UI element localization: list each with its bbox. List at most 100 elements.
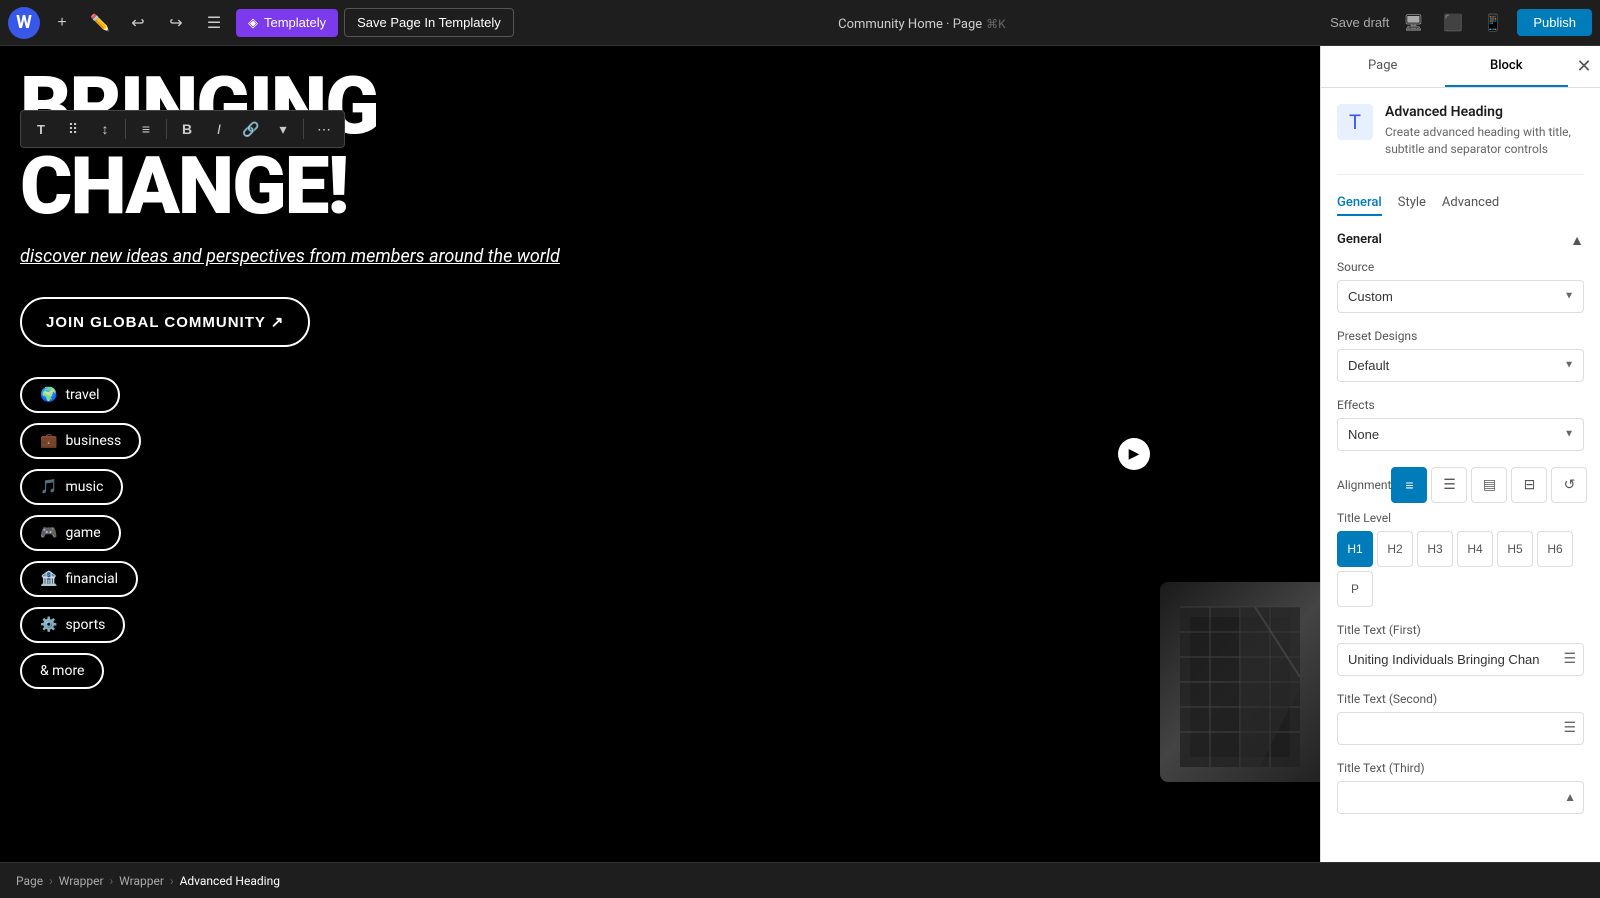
undo-icon: ↩ (131, 13, 144, 33)
templately-button[interactable]: ◈ Templately (236, 9, 338, 37)
link-button[interactable]: 🔗 (237, 115, 265, 143)
h5-button[interactable]: H5 (1497, 531, 1533, 567)
thumbnail-image (1160, 582, 1320, 782)
h6-button[interactable]: H6 (1537, 531, 1573, 567)
general-section-title: General (1337, 232, 1382, 247)
add-block-button[interactable]: + (46, 7, 78, 39)
align-icon: ≡ (142, 121, 150, 137)
panel-tab-advanced[interactable]: Advanced (1442, 195, 1499, 216)
link-icon: 🔗 (242, 121, 259, 138)
h1-button[interactable]: H1 (1337, 531, 1373, 567)
title-first-edit-icon[interactable]: ☰ (1563, 651, 1576, 667)
title-third-edit-icon[interactable]: ▲ (1564, 790, 1576, 804)
tag-financial[interactable]: 🏦 financial (20, 561, 138, 597)
preview-view-button[interactable]: 🖥 (1397, 7, 1429, 39)
tablet-view-button[interactable]: ⬛ (1437, 7, 1469, 39)
tag-more[interactable]: & more (20, 653, 104, 689)
h2-button[interactable]: H2 (1377, 531, 1413, 567)
tag-travel[interactable]: 🌍 travel (20, 377, 120, 413)
title-text-second-label: Title Text (Second) (1337, 692, 1584, 706)
tag-game[interactable]: 🎮 game (20, 515, 121, 551)
wp-logo-icon[interactable]: W (8, 7, 40, 39)
business-label: business (65, 433, 121, 449)
toolbar-divider-3 (303, 119, 304, 139)
save-draft-button[interactable]: Save draft (1330, 15, 1389, 30)
more-options-button[interactable]: ⋯ (310, 115, 338, 143)
transform-block-button[interactable]: T (27, 115, 55, 143)
block-details: Advanced Heading Create advanced heading… (1385, 104, 1584, 158)
list-view-button[interactable]: ☰ (198, 7, 230, 39)
page-title: Community Home · Page (838, 17, 982, 32)
list-icon: ☰ (207, 13, 221, 33)
advanced-heading-icon: T (1349, 110, 1361, 134)
refresh-icon: ↺ (1564, 476, 1576, 493)
breadcrumb-wrapper-2[interactable]: Wrapper (119, 874, 164, 888)
keyboard-shortcut-hint: ⌘K (986, 17, 1006, 31)
sports-emoji: ⚙️ (40, 617, 57, 633)
effects-select[interactable]: None (1337, 418, 1584, 451)
mobile-view-button[interactable]: 📱 (1477, 7, 1509, 39)
topbar: W + ✏️ ↩ ↪ ☰ ◈ Templately Save Page In T… (0, 0, 1600, 46)
p-button[interactable]: P (1337, 571, 1373, 607)
edit-button[interactable]: ✏️ (84, 7, 116, 39)
title-text-second-input[interactable] (1337, 712, 1584, 745)
effects-select-wrapper: None ▼ (1337, 418, 1584, 451)
breadcrumb-advanced-heading[interactable]: Advanced Heading (180, 874, 280, 888)
tag-sports[interactable]: ⚙️ sports (20, 607, 125, 643)
align-reset-button[interactable]: ↺ (1551, 467, 1587, 503)
redo-button[interactable]: ↪ (160, 7, 192, 39)
general-section-toggle[interactable]: ▲ (1570, 232, 1584, 248)
ellipsis-icon: ⋯ (317, 121, 331, 138)
h3-button[interactable]: H3 (1417, 531, 1453, 567)
tags-list: 🌍 travel 💼 business 🎵 music 🎮 game 🏦 (20, 377, 1300, 689)
tab-page[interactable]: Page (1321, 46, 1445, 87)
title-level-label: Title Level (1337, 511, 1584, 525)
publish-button[interactable]: Publish (1517, 9, 1592, 36)
align-justify-icon: ⊟ (1524, 476, 1536, 493)
tag-music[interactable]: 🎵 music (20, 469, 123, 505)
save-templately-button[interactable]: Save Page In Templately (344, 8, 514, 37)
mobile-icon: 📱 (1483, 13, 1503, 33)
templately-icon: ◈ (248, 15, 258, 31)
align-left-button[interactable]: ≡ (1391, 467, 1427, 503)
preset-label: Preset Designs (1337, 329, 1584, 343)
breadcrumb-wrapper-1[interactable]: Wrapper (59, 874, 104, 888)
drag-handle-button[interactable]: ⠿ (59, 115, 87, 143)
sports-label: sports (65, 617, 105, 633)
general-section-header: General ▲ (1337, 232, 1584, 248)
source-select[interactable]: Custom (1337, 280, 1584, 313)
sidebar-tab-bar: Page Block ✕ (1321, 46, 1600, 88)
align-justify-button[interactable]: ⊟ (1511, 467, 1547, 503)
title-text-first-input[interactable] (1337, 643, 1584, 676)
breadcrumb-page[interactable]: Page (16, 874, 43, 888)
toolbar-divider (125, 119, 126, 139)
expand-handle-button[interactable]: ▶ (1118, 438, 1150, 470)
align-right-button[interactable]: ▤ (1471, 467, 1507, 503)
block-name: Advanced Heading (1385, 104, 1584, 120)
undo-button[interactable]: ↩ (122, 7, 154, 39)
text-color-dropdown-button[interactable]: ▾ (269, 115, 297, 143)
title-second-edit-icon[interactable]: ☰ (1563, 720, 1576, 736)
join-community-button[interactable]: JOIN GLOBAL COMMUNITY ↗ (20, 297, 310, 347)
sidebar-close-button[interactable]: ✕ (1568, 51, 1600, 83)
alignment-label: Alignment (1337, 478, 1391, 492)
h4-button[interactable]: H4 (1457, 531, 1493, 567)
move-icon: ↕ (102, 121, 109, 137)
title-text-second-wrapper: ☰ (1337, 712, 1584, 745)
bold-button[interactable]: B (173, 115, 201, 143)
align-text-button[interactable]: ≡ (132, 115, 160, 143)
breadcrumb-sep-3: › (170, 874, 174, 888)
panel-tab-general[interactable]: General (1337, 195, 1382, 216)
block-info: T Advanced Heading Create advanced headi… (1337, 104, 1584, 175)
tag-business[interactable]: 💼 business (20, 423, 141, 459)
text-transform-icon: T (37, 122, 45, 137)
move-button[interactable]: ↕ (91, 115, 119, 143)
sidebar-content: T Advanced Heading Create advanced headi… (1321, 88, 1600, 862)
panel-tab-style[interactable]: Style (1398, 195, 1426, 216)
title-text-third-input[interactable] (1337, 781, 1584, 814)
source-select-wrapper: Custom ▼ (1337, 280, 1584, 313)
tab-block[interactable]: Block (1445, 46, 1569, 87)
preset-select[interactable]: Default (1337, 349, 1584, 382)
italic-button[interactable]: I (205, 115, 233, 143)
align-center-button[interactable]: ☰ (1431, 467, 1467, 503)
